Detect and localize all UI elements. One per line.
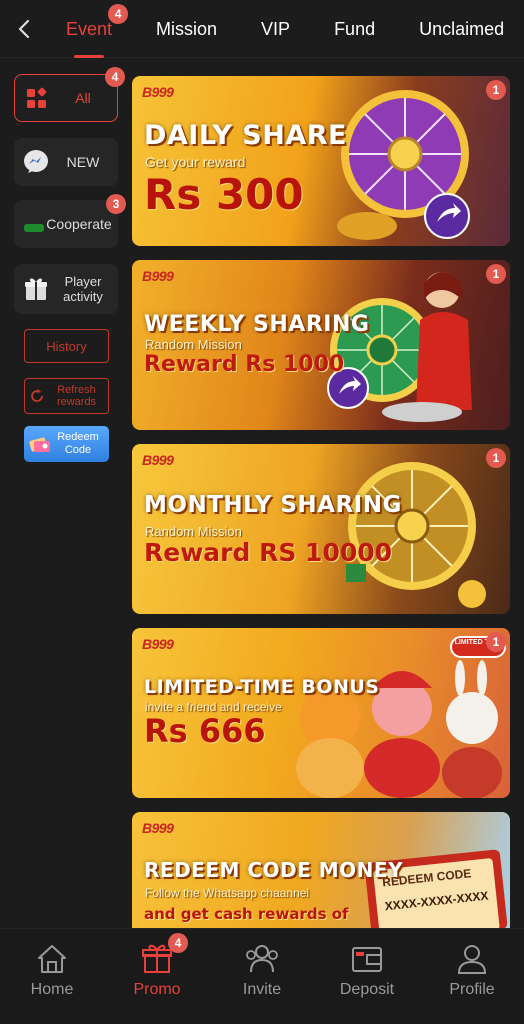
nav-home[interactable]: Home: [7, 941, 97, 999]
tab-label: VIP: [261, 18, 291, 39]
gift-card-icon: [29, 437, 50, 452]
nav-invite[interactable]: Invite: [217, 941, 307, 999]
tab-unclaimed[interactable]: Unclaimed: [419, 0, 504, 58]
sidebar: All 4 NEW Cooperate 3 Player activity Hi…: [0, 58, 128, 928]
back-arrow-icon[interactable]: [10, 14, 40, 44]
banner-daily-share[interactable]: B999 DAILY SHARE Get your reward Rs 300 …: [132, 76, 510, 246]
refresh-rewards-button[interactable]: Refresh rewards: [24, 378, 109, 414]
banner-title: LIMITED-TIME BONUS: [144, 676, 380, 698]
refresh-label: Refresh rewards: [56, 384, 97, 408]
category-tabs: Event 4 Mission VIP Fund Unclaimed: [66, 0, 504, 58]
gold-wheel-illustration: [346, 462, 486, 608]
tab-mission[interactable]: Mission: [156, 0, 217, 58]
banner-monthly-sharing[interactable]: B999 MONTHLY SHARING Random Mission Rewa…: [132, 444, 510, 614]
tab-label: Event: [66, 18, 113, 39]
characters-illustration: [296, 660, 502, 798]
banner-weekly-sharing[interactable]: B999 WEEKLY SHARING Random Mission Rewar…: [132, 260, 510, 430]
tab-label: Unclaimed: [419, 18, 505, 39]
banner-badge: 1: [486, 264, 506, 284]
banner-subtitle: Random Mission: [145, 337, 242, 352]
history-button[interactable]: History: [24, 329, 109, 363]
banner-title: WEEKLY SHARING: [144, 312, 370, 337]
top-bar: Event 4 Mission VIP Fund Unclaimed: [0, 0, 524, 58]
brand-logo: B999: [142, 636, 174, 652]
sidebar-item-all[interactable]: All 4: [14, 67, 125, 122]
sidebar-item-label: Player activity: [63, 274, 103, 304]
banner-reward: Reward Rs 1000: [144, 352, 345, 377]
user-icon: [457, 945, 487, 974]
sidebar-item-cooperate[interactable]: Cooperate 3: [14, 194, 126, 248]
promo-screen: Event 4 Mission VIP Fund Unclaimed All 4: [0, 0, 524, 1024]
sidebar-item-label: NEW: [66, 154, 100, 170]
redeem-label: Redeem Code: [57, 431, 99, 456]
tab-label: Mission: [156, 18, 218, 39]
banner-title: REDEEM CODE MONEY: [144, 858, 404, 882]
brand-logo: B999: [142, 452, 174, 468]
banner-limited-time-bonus[interactable]: B999 LIMITED TIME LIMITED-TIME BONUS inv…: [132, 628, 510, 798]
prize-wheel-illustration: [337, 90, 470, 240]
banner-badge: 1: [486, 448, 506, 468]
sidebar-item-label: Cooperate: [46, 216, 112, 232]
sidebar-item-label: All: [75, 90, 91, 106]
banner-reward: Reward RS 10000: [144, 538, 393, 567]
tab-label: Fund: [334, 18, 376, 39]
sidebar-item-player-activity[interactable]: Player activity: [14, 264, 118, 314]
banner-redeem-code-money[interactable]: B999 REDEEM CODE XXXX-XXXX-XXXX REDEEM C…: [132, 812, 510, 928]
banner-badge: 1: [486, 632, 506, 652]
sidebar-all-badge: 4: [105, 67, 125, 87]
refresh-icon: [31, 389, 43, 402]
nav-profile[interactable]: Profile: [427, 941, 517, 999]
banner-subtitle: Follow the Whatsapp chaannel: [145, 886, 310, 900]
messenger-icon: [24, 150, 48, 173]
nav-label: Promo: [133, 981, 181, 998]
nav-label: Deposit: [339, 981, 395, 998]
banner-reward: Rs 666: [144, 712, 266, 750]
banner-reward: and get cash rewards of: [144, 905, 349, 923]
gift-box-icon: [25, 278, 47, 300]
nav-deposit[interactable]: Deposit: [322, 941, 412, 999]
nav-label: Home: [30, 981, 74, 998]
wallet-icon: [352, 947, 382, 972]
tab-fund[interactable]: Fund: [334, 0, 375, 58]
banner-title: DAILY SHARE: [144, 120, 347, 151]
ticket-code: XXXX-XXXX-XXXX: [384, 888, 490, 914]
people-icon: [246, 945, 278, 973]
nav-promo[interactable]: Promo 4: [112, 933, 202, 999]
grid-icon: [27, 87, 47, 108]
tab-event-badge: 4: [108, 4, 129, 24]
brand-logo: B999: [142, 268, 174, 284]
banner-title: MONTHLY SHARING: [144, 492, 402, 518]
green-wheel-illustration: [327, 272, 472, 422]
brand-logo: B999: [142, 820, 174, 836]
redeem-code-button[interactable]: Redeem Code: [24, 426, 109, 462]
sidebar-cooperate-badge: 3: [106, 194, 126, 214]
banner-badge: 1: [486, 80, 506, 100]
tab-vip[interactable]: VIP: [261, 0, 290, 58]
nav-promo-badge: 4: [168, 933, 188, 953]
home-icon: [38, 945, 66, 973]
sidebar-item-new[interactable]: NEW: [14, 138, 118, 186]
bottom-navigation: Home Promo 4 Invite Deposit Profile: [0, 928, 524, 1024]
nav-label: Invite: [242, 981, 282, 998]
nav-label: Profile: [449, 981, 495, 998]
tab-event[interactable]: Event 4: [66, 0, 129, 58]
banner-subtitle: Get your reward: [145, 154, 246, 170]
banner-subtitle: Random Mission: [145, 524, 242, 539]
banner-reward: Rs 300: [144, 170, 304, 219]
brand-logo: B999: [142, 84, 174, 100]
history-label: History: [46, 338, 87, 354]
